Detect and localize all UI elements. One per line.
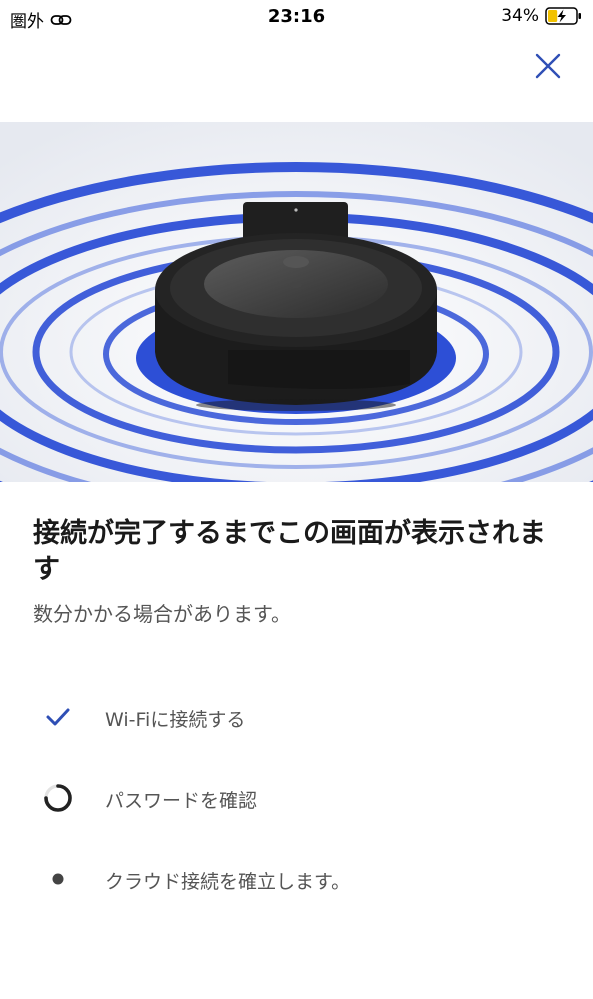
close-button[interactable] xyxy=(528,46,568,86)
robot-vacuum-illustration xyxy=(0,122,593,482)
step-wifi: Wi-Fiに接続する xyxy=(0,697,593,737)
dot-icon xyxy=(52,873,64,885)
step-label: Wi-Fiに接続する xyxy=(105,709,246,731)
page-subtitle: 数分かかる場合があります。 xyxy=(33,602,291,626)
battery-indicator: 34% xyxy=(501,6,583,26)
close-icon xyxy=(535,53,561,79)
battery-charging-icon xyxy=(545,7,581,25)
step-label: クラウド接続を確立します。 xyxy=(105,871,351,893)
checkmark-icon xyxy=(46,708,70,726)
step-label: パスワードを確認 xyxy=(105,790,258,812)
step-password: パスワードを確認 xyxy=(0,778,593,818)
page-title: 接続が完了するまでこの画面が表示されます xyxy=(33,518,546,585)
step-cloud: クラウド接続を確立します。 xyxy=(0,859,593,899)
battery-percent: 34% xyxy=(501,6,539,26)
status-bar: 圏外 23:16 34% xyxy=(0,0,593,34)
spinner-icon xyxy=(44,784,72,812)
